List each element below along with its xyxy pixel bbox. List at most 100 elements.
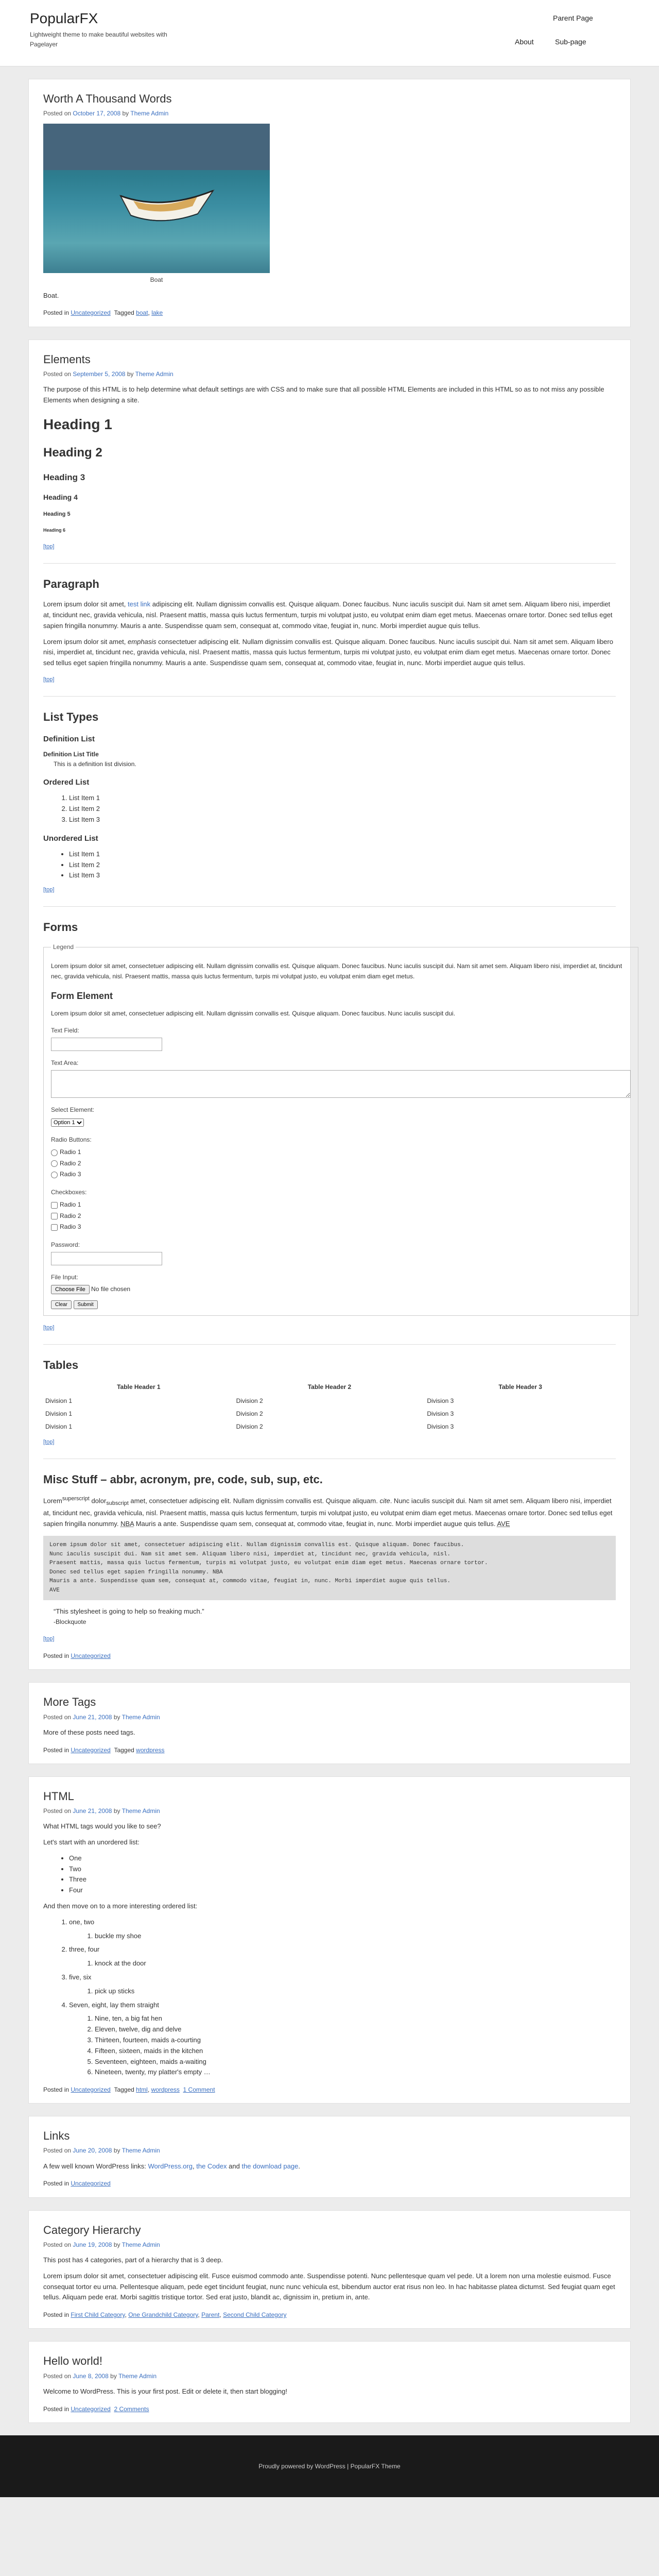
post-title[interactable]: Hello world! [43, 2352, 616, 2370]
post-title[interactable]: Links [43, 2127, 616, 2145]
choose-file-button[interactable]: Choose File [51, 1285, 90, 1295]
comments-link[interactable]: 2 Comments [114, 2405, 149, 2413]
author-link[interactable]: Theme Admin [130, 110, 168, 117]
post-links: Links Posted on June 20, 2008 by Theme A… [28, 2116, 631, 2198]
top-link[interactable]: [top] [43, 544, 54, 550]
ordered-list: List Item 1 List Item 2 List Item 3 [43, 793, 616, 825]
test-link[interactable]: test link [128, 600, 150, 608]
category-link[interactable]: Parent [201, 2311, 219, 2318]
list-item: List Item 2 [69, 860, 616, 871]
post-title[interactable]: Worth A Thousand Words [43, 90, 616, 108]
post-date-link[interactable]: October 17, 2008 [73, 110, 120, 117]
post-meta: Posted on June 20, 2008 by Theme Admin [43, 2147, 160, 2155]
top-link[interactable]: [top] [43, 887, 54, 893]
table-header: Table Header 2 [307, 1383, 352, 1391]
category-link[interactable]: Uncategorized [71, 309, 110, 316]
list-item: Fifteen, sixteen, maids in the kitchen [95, 2046, 616, 2057]
nav-parent-page[interactable]: Parent Page [553, 12, 593, 24]
select-element[interactable]: Option 1 [51, 1118, 84, 1127]
radio-option[interactable]: Radio 1 [51, 1147, 631, 1158]
category-link[interactable]: Uncategorized [71, 1747, 110, 1754]
post-title[interactable]: More Tags [43, 1693, 616, 1711]
text-area[interactable] [51, 1070, 631, 1098]
author-link[interactable]: Theme Admin [118, 2372, 157, 2380]
password-field[interactable] [51, 1252, 162, 1266]
post-date-link[interactable]: June 21, 2008 [73, 1714, 112, 1721]
author-link[interactable]: Theme Admin [122, 2147, 160, 2154]
list-item: knock at the door [95, 1958, 616, 1969]
tag-link-boat[interactable]: boat [136, 309, 148, 316]
post-date-link[interactable]: June 19, 2008 [73, 2241, 112, 2248]
category-link[interactable]: Uncategorized [71, 2086, 110, 2093]
tag-link-wordpress[interactable]: wordpress [151, 2086, 180, 2093]
list-item: List Item 3 [69, 870, 616, 881]
post-category-hierarchy: Category Hierarchy Posted on June 19, 20… [28, 2210, 631, 2329]
post-date-link[interactable]: June 8, 2008 [73, 2372, 108, 2380]
checkbox-option[interactable]: Radio 1 [51, 1199, 631, 1211]
author-link[interactable]: Theme Admin [122, 1807, 160, 1815]
post-date-link[interactable]: September 5, 2008 [73, 370, 125, 378]
top-link[interactable]: [top] [43, 676, 54, 683]
wordpress-org-link[interactable]: WordPress.org [148, 2162, 193, 2170]
top-link[interactable]: [top] [43, 1636, 54, 1642]
post-title[interactable]: Elements [43, 350, 616, 368]
list-item: buckle my shoe [95, 1931, 616, 1942]
radio-option[interactable]: Radio 3 [51, 1169, 631, 1180]
comments-link[interactable]: 1 Comment [183, 2086, 215, 2093]
checkbox-option[interactable]: Radio 2 [51, 1211, 631, 1222]
tag-link-lake[interactable]: lake [151, 309, 163, 316]
author-link[interactable]: Theme Admin [135, 370, 174, 378]
category-link[interactable]: Uncategorized [71, 1652, 110, 1659]
download-page-link[interactable]: the download page [241, 2162, 298, 2170]
site-footer: Proudly powered by WordPress | PopularFX… [0, 2435, 659, 2497]
post-date-link[interactable]: June 20, 2008 [73, 2147, 112, 2154]
post-hello-world: Hello world! Posted on June 8, 2008 by T… [28, 2341, 631, 2423]
clear-button[interactable]: Clear [51, 1300, 72, 1309]
post-title[interactable]: Category Hierarchy [43, 2221, 616, 2239]
category-paragraph: Lorem ipsum dolor sit amet, consectetuer… [43, 2272, 615, 2301]
radio-option[interactable]: Radio 2 [51, 1158, 631, 1170]
top-link[interactable]: [top] [43, 1325, 54, 1331]
table-row: Division 1 Division 2 Division 3 [45, 1397, 454, 1404]
table-header: Table Header 3 [498, 1383, 542, 1391]
author-link[interactable]: Theme Admin [122, 1714, 160, 1721]
file-input: Choose File No file chosen [51, 1284, 631, 1295]
image-caption: Boat [150, 276, 163, 284]
tag-link-wordpress[interactable]: wordpress [136, 1747, 164, 1754]
post-footer-meta: Posted in Uncategorized [43, 2180, 111, 2188]
tag-link-html[interactable]: html [136, 2086, 148, 2093]
post-html: HTML Posted on June 21, 2008 by Theme Ad… [28, 1776, 631, 2104]
site-description: Lightweight theme to make beautiful webs… [30, 31, 167, 48]
nav-about[interactable]: About [515, 36, 534, 47]
category-link[interactable]: Uncategorized [71, 2405, 110, 2413]
html-start: Let's start with an unordered list: [43, 1838, 140, 1846]
top-link[interactable]: [top] [43, 1439, 54, 1445]
unordered-list: List Item 1 List Item 2 List Item 3 [43, 849, 616, 881]
codex-link[interactable]: the Codex [196, 2162, 227, 2170]
author-link[interactable]: Theme Admin [122, 2241, 160, 2248]
post-title[interactable]: HTML [43, 1787, 616, 1805]
tables-heading: Tables [43, 1359, 79, 1372]
definition-desc: This is a definition list division. [54, 760, 136, 768]
misc-heading: Misc Stuff – abbr, acronym, pre, code, s… [43, 1472, 323, 1486]
site-title[interactable]: PopularFX [30, 7, 98, 30]
links-body: A few well known WordPress links: WordPr… [43, 2162, 300, 2170]
post-footer-meta: Posted in Uncategorized [43, 1652, 111, 1660]
unordered-list-heading: Unordered List [43, 834, 98, 843]
submit-button[interactable]: Submit [73, 1300, 98, 1309]
text-field[interactable] [51, 1037, 162, 1051]
heading-2: Heading 2 [43, 446, 102, 460]
post-date-link[interactable]: June 21, 2008 [73, 1807, 112, 1815]
legend-paragraph: Lorem ipsum dolor sit amet, consectetuer… [51, 962, 622, 980]
category-link[interactable]: One Grandchild Category [128, 2311, 198, 2318]
ordered-list-heading: Ordered List [43, 778, 90, 787]
category-link[interactable]: First Child Category [71, 2311, 125, 2318]
html-then: And then move on to a more interesting o… [43, 1902, 198, 1910]
password-label: Password: [51, 1241, 80, 1248]
quote-cite: -Blockquote [54, 1618, 86, 1626]
list-types-heading: List Types [43, 710, 99, 723]
nav-sub-page[interactable]: Sub-page [555, 36, 586, 47]
category-link[interactable]: Uncategorized [71, 2180, 110, 2187]
checkbox-option[interactable]: Radio 3 [51, 1222, 631, 1233]
category-link[interactable]: Second Child Category [223, 2311, 286, 2318]
